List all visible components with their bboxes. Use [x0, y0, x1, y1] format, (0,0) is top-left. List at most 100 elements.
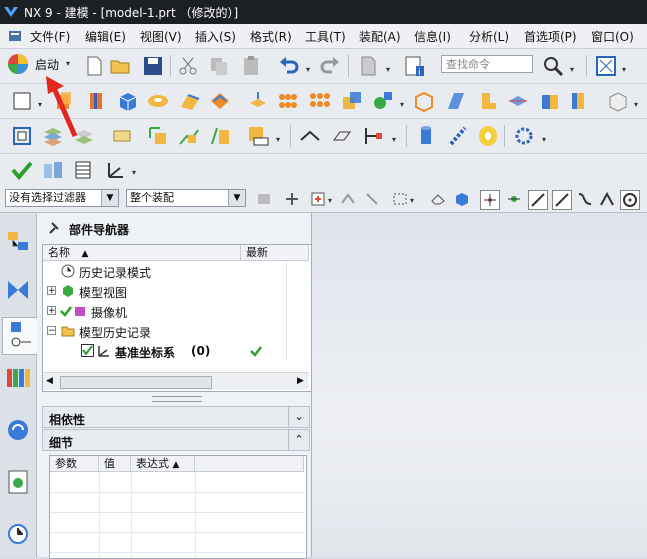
transform-button[interactable] [177, 124, 201, 148]
datum-dropdown-icon[interactable]: ▾ [400, 100, 404, 109]
expand-plus-icon[interactable]: + [47, 306, 56, 316]
value-column-header[interactable]: 值 [99, 456, 131, 472]
menu-tools[interactable]: 工具(T) [305, 28, 346, 45]
expand-plus-icon[interactable]: + [47, 286, 56, 296]
face-dropdown-icon[interactable]: ▾ [634, 100, 638, 109]
wcs-button[interactable] [104, 158, 128, 182]
search-command-input[interactable]: 查找命令 [441, 55, 533, 73]
section-view-button[interactable] [298, 124, 322, 148]
select-face-icon[interactable] [340, 191, 356, 207]
chamfer-button[interactable] [208, 89, 232, 113]
system-clock-tab[interactable] [4, 519, 32, 549]
gear-button[interactable] [512, 124, 536, 148]
reuse-library-tab[interactable] [4, 363, 32, 393]
open-button[interactable] [109, 54, 133, 78]
assembly-filter-icon[interactable] [256, 191, 272, 207]
snap-curve-icon[interactable] [576, 190, 594, 208]
copy-button[interactable] [207, 54, 231, 78]
measure-dropdown-icon[interactable]: ▾ [392, 135, 396, 144]
detail-section[interactable]: 细节 ⌃ [42, 429, 310, 451]
latest-column-header[interactable]: 最新 [241, 245, 309, 261]
add-component-button[interactable] [10, 124, 34, 148]
feature-filter-icon[interactable] [284, 191, 300, 207]
eraser-icon[interactable] [430, 191, 446, 207]
draft-button[interactable] [476, 89, 500, 113]
chevron-up-icon[interactable]: ⌃ [288, 430, 309, 450]
tree-row-model-views[interactable]: + 模型视图 [43, 281, 309, 301]
chevron-down-icon[interactable]: ⌄ [288, 407, 309, 427]
hole-button[interactable] [146, 89, 170, 113]
scrollbar-thumb[interactable] [60, 376, 212, 389]
menu-preferences[interactable]: 首选项(P) [524, 28, 577, 45]
tree-row-model-history[interactable]: − 模型历史记录 [43, 321, 309, 341]
repeat-dropdown-icon[interactable]: ▾ [386, 65, 390, 74]
scope-filter-select[interactable]: 整个装配 ▼ [126, 189, 246, 207]
horizontal-scrollbar[interactable]: ◀ ▶ [43, 372, 309, 390]
pmi-dropdown-icon[interactable]: ▾ [276, 135, 280, 144]
type-filter-select[interactable]: 没有选择过滤器 ▼ [5, 189, 119, 207]
menu-window[interactable]: 窗口(O) [591, 28, 634, 45]
cut-button[interactable] [176, 54, 200, 78]
scroll-left-icon[interactable]: ◀ [46, 376, 53, 386]
menu-assembly[interactable]: 装配(A) [359, 28, 401, 45]
edge-blend-button[interactable] [178, 89, 202, 113]
start-dropdown-icon[interactable]: ▾ [66, 59, 70, 68]
graphics-window[interactable] [312, 213, 647, 557]
snap-intersection-icon[interactable] [598, 190, 616, 208]
save-button[interactable] [141, 54, 165, 78]
history-palette-tab[interactable] [4, 467, 32, 497]
data-table-button[interactable] [72, 158, 96, 182]
snap-line-icon[interactable] [528, 190, 548, 210]
menu-file[interactable]: 文件(F) [30, 28, 70, 45]
redo-button[interactable] [318, 54, 342, 78]
mirror-button[interactable] [209, 124, 233, 148]
shell-button[interactable] [412, 89, 436, 113]
paste-button[interactable] [239, 54, 263, 78]
clipping-plane-button[interactable] [330, 124, 354, 148]
block-button[interactable] [116, 89, 140, 113]
name-column-header[interactable]: 名称 ▲ [43, 245, 241, 261]
pattern-button[interactable] [276, 89, 300, 113]
gear-dropdown-icon[interactable]: ▾ [542, 135, 546, 144]
cylinder-button[interactable] [414, 124, 438, 148]
face-button[interactable] [606, 89, 630, 113]
snap-endpoint-icon[interactable] [480, 190, 500, 210]
app-menu-icon[interactable] [8, 29, 22, 43]
search-dropdown-icon[interactable]: ▾ [570, 65, 574, 74]
tree-row-datum-csys[interactable]: 基准坐标系 (0) [43, 341, 309, 361]
undo-dropdown-icon[interactable]: ▾ [306, 65, 310, 74]
solid-body-icon[interactable] [454, 191, 470, 207]
bearing-button[interactable] [476, 124, 500, 148]
select-body-icon[interactable] [364, 191, 380, 207]
fit-view-button[interactable] [594, 54, 618, 78]
spring-button[interactable] [446, 124, 470, 148]
thicken-button[interactable] [566, 89, 590, 113]
splitter-grip[interactable] [152, 396, 202, 402]
array-feature-button[interactable] [308, 89, 332, 113]
menu-insert[interactable]: 插入(S) [195, 28, 236, 45]
pmi-button[interactable] [246, 124, 270, 148]
tree-row-history-mode[interactable]: 历史记录模式 [43, 261, 309, 281]
offset-face-button[interactable] [246, 89, 270, 113]
menu-analysis[interactable]: 分析(L) [469, 28, 509, 45]
pin-icon[interactable] [49, 222, 61, 234]
assembly-navigator-tab[interactable] [4, 227, 32, 257]
trim-body-button[interactable] [538, 89, 562, 113]
menu-edit[interactable]: 编辑(E) [85, 28, 126, 45]
web-browser-tab[interactable] [4, 415, 32, 445]
snap-dropdown-icon[interactable]: ▾ [328, 196, 332, 205]
sketch-button[interactable] [10, 89, 34, 113]
repeat-command-button[interactable] [356, 54, 380, 78]
measure-button[interactable] [362, 124, 386, 148]
snap-tangent-icon[interactable] [552, 190, 572, 210]
annotation-button[interactable] [110, 124, 134, 148]
snap-midpoint-icon[interactable] [506, 191, 522, 207]
check-geometry-button[interactable] [10, 158, 34, 182]
search-button[interactable] [541, 54, 565, 78]
fit-dropdown-icon[interactable]: ▾ [622, 65, 626, 74]
menu-view[interactable]: 视图(V) [140, 28, 182, 45]
scroll-right-icon[interactable]: ▶ [297, 376, 304, 386]
snap-center-icon[interactable] [620, 190, 640, 210]
dependency-section[interactable]: 相依性 ⌄ [42, 406, 310, 428]
move-object-button[interactable] [146, 124, 170, 148]
